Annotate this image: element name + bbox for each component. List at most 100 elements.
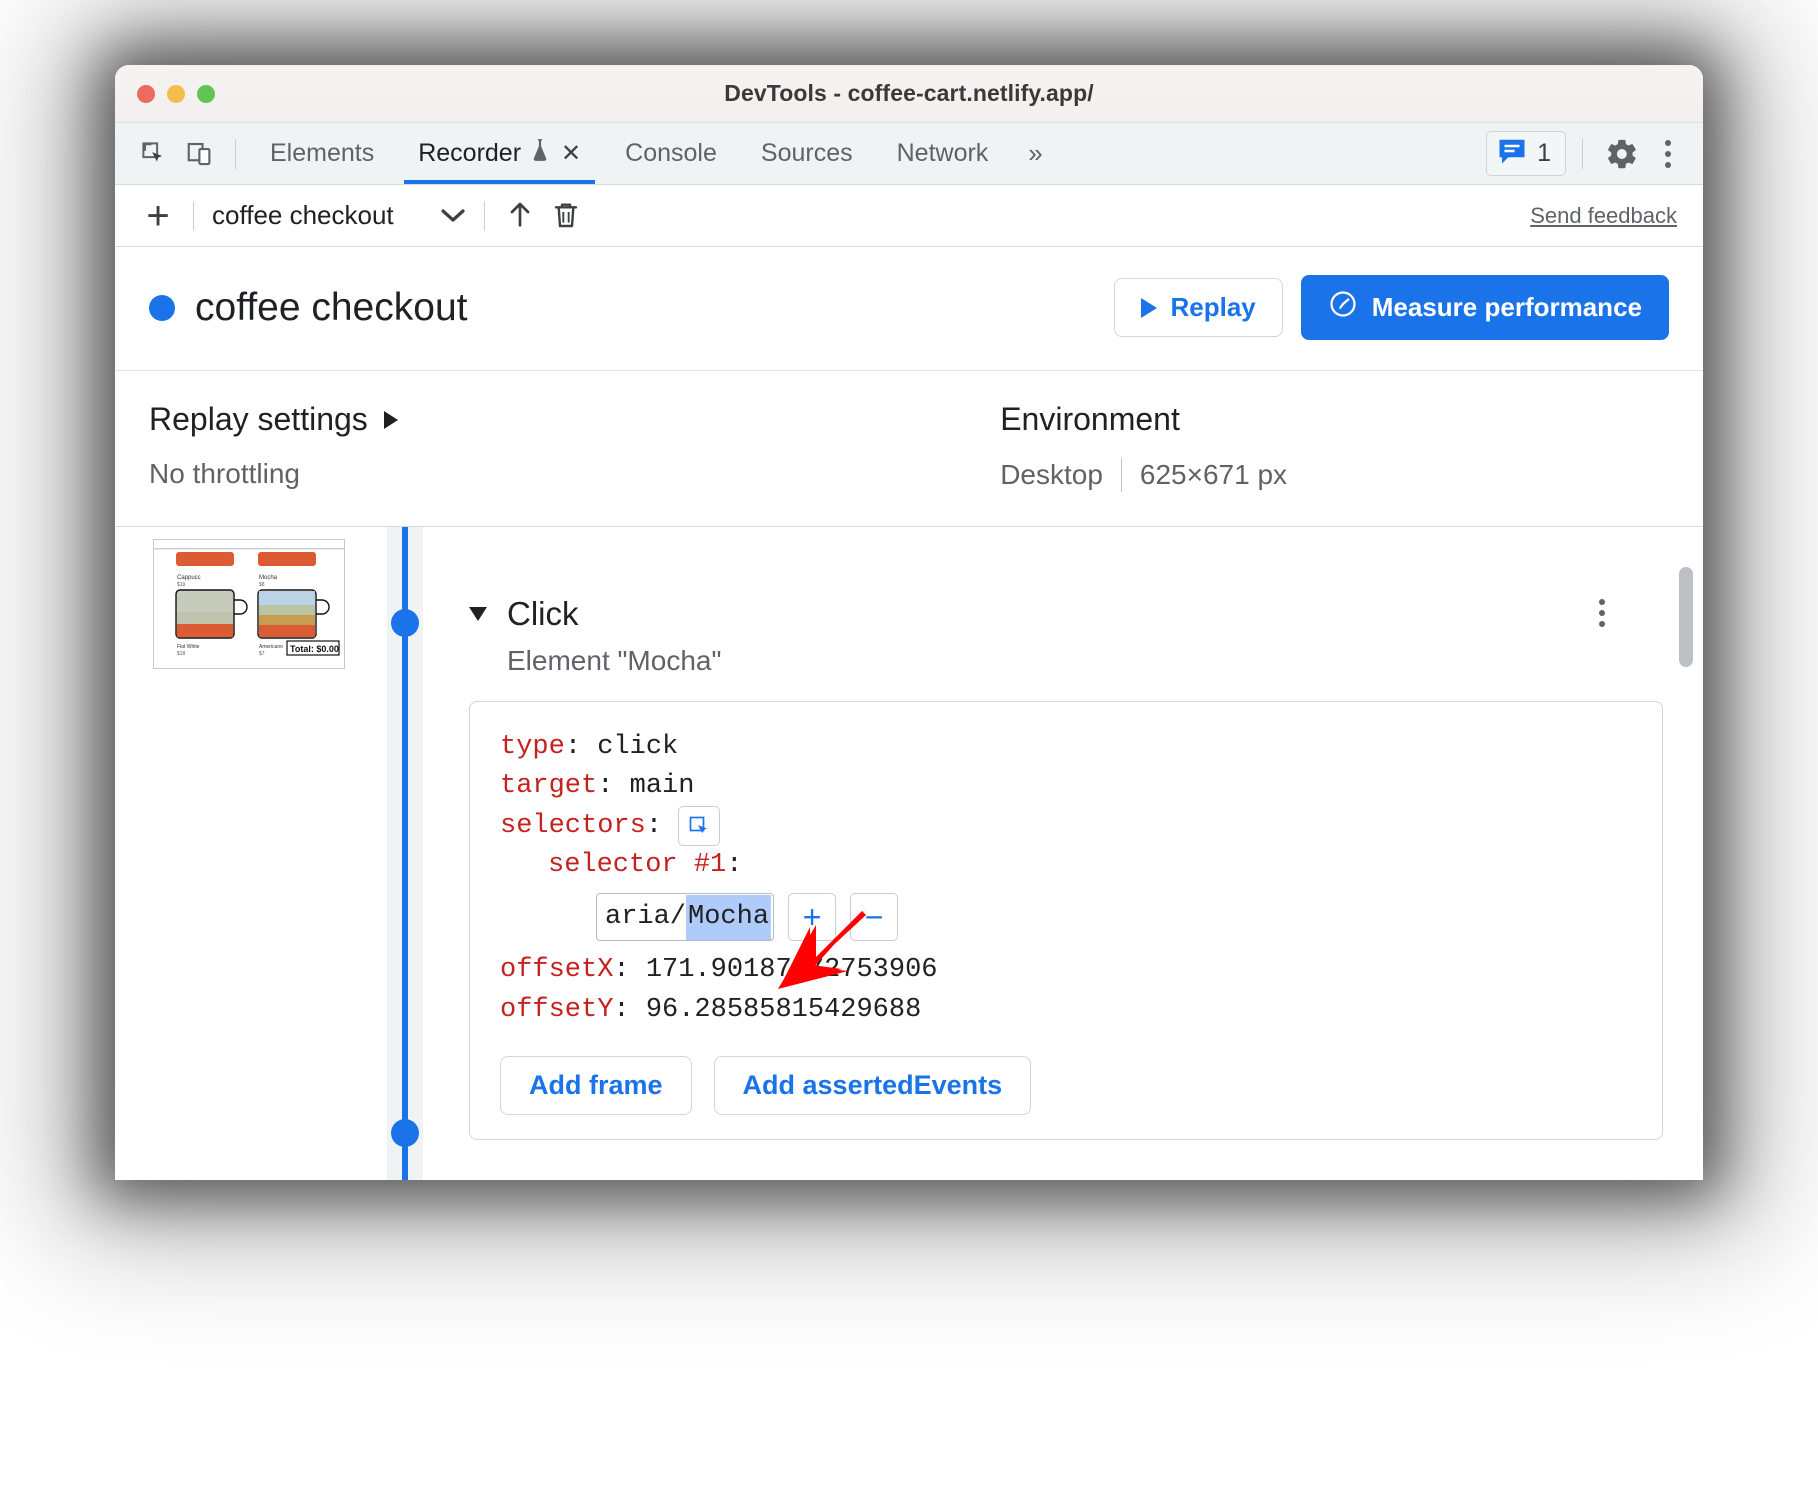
issues-count: 1 (1537, 139, 1551, 167)
steps-scrollbar[interactable] (1679, 567, 1693, 667)
step-click-menu-icon[interactable] (1599, 599, 1605, 627)
tab-label: Console (625, 139, 717, 167)
select-element-picker-icon[interactable] (678, 806, 721, 847)
toolbar-divider-2 (483, 200, 485, 231)
minimize-window-button[interactable] (167, 84, 185, 103)
play-icon (1140, 297, 1157, 318)
issues-button[interactable]: 1 (1486, 131, 1566, 176)
performance-gauge-icon (1328, 289, 1358, 326)
timeline-node-click[interactable] (391, 609, 419, 637)
svg-text:$19: $19 (177, 582, 186, 588)
field-key: type (500, 732, 565, 762)
environment-heading: Environment (1000, 401, 1669, 438)
field-key: target (500, 771, 598, 802)
replay-settings-section: Replay settings No throttling (149, 401, 1000, 492)
tab-label: Recorder (418, 139, 522, 167)
close-window-button[interactable] (137, 84, 155, 103)
steps-list: Click Element "Mocha" type: click target… (423, 527, 1703, 1180)
tab-elements[interactable]: Elements (248, 123, 396, 184)
field-target: target: main (500, 767, 1632, 806)
add-assertedevents-button[interactable]: Add assertedEvents (713, 1055, 1032, 1115)
settings-row: Replay settings No throttling Environmen… (115, 371, 1703, 527)
svg-text:Mocha: Mocha (259, 575, 278, 581)
step-scroll: Scroll (469, 1140, 1663, 1180)
field-value[interactable]: 171.90187072753906 (646, 951, 938, 990)
device-type: Desktop (1000, 459, 1103, 490)
recording-name: coffee checkout (212, 200, 394, 230)
tab-network[interactable]: Network (875, 123, 1011, 184)
tabstrip-right-actions: 1 (1486, 131, 1687, 177)
send-feedback-link[interactable]: Send feedback (1530, 203, 1683, 229)
chevron-right-icon (383, 410, 398, 429)
replay-settings-toggle[interactable]: Replay settings (149, 401, 1000, 438)
tab-sources[interactable]: Sources (739, 123, 875, 184)
field-selectors: selectors: (500, 806, 1632, 847)
tab-console[interactable]: Console (603, 123, 739, 184)
maximize-window-button[interactable] (197, 84, 215, 103)
more-tabs-icon[interactable]: » (1010, 138, 1056, 169)
gear-icon[interactable] (1599, 131, 1645, 177)
step-name: Click (507, 595, 579, 632)
step-screenshots-column: Cappucc $19 Mocha $8 Flat White $18 Amer… (115, 527, 387, 1180)
recording-selector[interactable]: coffee checkout (206, 200, 472, 231)
svg-text:Americano: Americano (259, 644, 283, 650)
add-frame-button[interactable]: Add frame (500, 1055, 692, 1115)
svg-text:$7: $7 (259, 651, 265, 657)
export-upload-icon[interactable] (497, 193, 543, 239)
svg-text:$8: $8 (259, 582, 265, 588)
inspect-element-icon[interactable] (131, 131, 177, 177)
add-selector-button[interactable]: + (788, 893, 837, 942)
devtools-window: DevTools - coffee-cart.netlify.app/ Elem… (115, 65, 1703, 1180)
recording-status-dot (149, 294, 175, 321)
devtools-tabs: Elements Recorder ✕ Console Sources Netw… (248, 123, 1057, 184)
trash-icon[interactable] (543, 193, 589, 239)
field-value[interactable]: 96.28585815429688 (646, 991, 921, 1030)
svg-text:Total: $0.00: Total: $0.00 (290, 644, 339, 654)
throttling-label: No throttling (149, 458, 300, 489)
window-title: DevTools - coffee-cart.netlify.app/ (724, 80, 1094, 106)
step-click-header[interactable]: Click (469, 595, 1663, 633)
tab-label: Network (896, 139, 989, 167)
step-subtitle: Element "Mocha" (507, 645, 722, 676)
replay-settings-label: Replay settings (149, 401, 368, 437)
selector-input[interactable]: aria/Mocha (596, 893, 775, 942)
steps-timeline (387, 527, 423, 1180)
replay-label: Replay (1170, 292, 1256, 322)
close-icon[interactable]: ✕ (561, 141, 581, 166)
plus-icon: + (146, 193, 170, 238)
recording-title-group: coffee checkout (149, 286, 467, 330)
step-screenshot-thumbnail[interactable]: Cappucc $19 Mocha $8 Flat White $18 Amer… (153, 539, 345, 669)
recording-header: coffee checkout Replay Measure performan… (115, 247, 1703, 371)
remove-selector-button[interactable]: − (850, 893, 899, 942)
device-toolbar-icon[interactable] (177, 131, 223, 177)
field-key: selector #1 (548, 850, 727, 881)
kebab-menu-icon[interactable] (1649, 139, 1687, 168)
window-controls[interactable] (137, 84, 215, 103)
timeline-node-scroll[interactable] (391, 1119, 419, 1147)
chevron-down-icon (440, 200, 466, 231)
field-selector-1: selector #1: (500, 846, 1632, 885)
tabstrip-right-divider (1582, 138, 1583, 169)
svg-text:Cappucc: Cappucc (177, 575, 201, 581)
selector-prefix: aria/ (605, 901, 687, 932)
screenshot-root: DevTools - coffee-cart.netlify.app/ Elem… (0, 0, 1818, 1506)
toolbar-divider-1 (193, 200, 194, 231)
steps-area: Cappucc $19 Mocha $8 Flat White $18 Amer… (115, 527, 1703, 1180)
tab-label: Sources (760, 139, 853, 167)
add-recording-button[interactable]: + (135, 193, 181, 239)
environment-section: Environment Desktop 625×671 px (1000, 401, 1669, 492)
window-titlebar: DevTools - coffee-cart.netlify.app/ (115, 65, 1703, 123)
field-value[interactable]: click (597, 728, 678, 767)
field-offsetx: offsetX: 171.90187072753906 (500, 951, 1632, 990)
field-key: offsetY (500, 994, 614, 1025)
devtools-tabstrip: Elements Recorder ✕ Console Sources Netw… (115, 123, 1703, 185)
replay-button[interactable]: Replay (1113, 278, 1283, 337)
step-click-details: type: click target: main selectors: sele… (469, 701, 1663, 1140)
tab-label: Elements (270, 139, 375, 167)
selector-selected-text: Mocha (686, 894, 772, 940)
tab-recorder[interactable]: Recorder ✕ (396, 123, 603, 184)
field-value[interactable]: main (630, 767, 695, 806)
recorder-toolbar: + coffee checkout Send feedback (115, 185, 1703, 247)
measure-label: Measure performance (1371, 292, 1642, 322)
measure-performance-button[interactable]: Measure performance (1300, 275, 1669, 340)
